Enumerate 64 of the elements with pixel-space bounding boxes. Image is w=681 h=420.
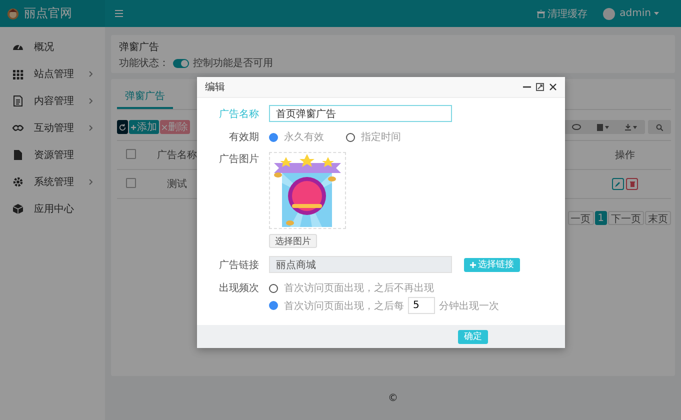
tab[interactable]: 弹窗广告 [117, 85, 173, 109]
page-button[interactable]: 末页 [645, 211, 671, 225]
logo-icon [7, 8, 19, 20]
sidebar-item[interactable]: 资源管理 [0, 141, 105, 168]
sidebar-item[interactable]: 站点管理 [0, 60, 105, 87]
radio-icon[interactable] [269, 284, 278, 292]
pencil-icon [615, 181, 621, 187]
sidebar-item[interactable]: 概况 [0, 33, 105, 60]
x-icon [162, 124, 167, 130]
card-title: 弹窗广告 [119, 40, 160, 54]
refresh-button[interactable] [117, 120, 128, 134]
cube-icon [12, 202, 24, 214]
field-label: 广告链接 [218, 258, 259, 272]
sidebar-item[interactable]: 系统管理 [0, 168, 105, 195]
sidebar-item[interactable]: 内容管理 [0, 87, 105, 114]
radio-icon[interactable] [346, 132, 355, 142]
document-icon [12, 94, 24, 106]
radio-option[interactable]: 永久有效 [269, 130, 324, 144]
sidebar-item[interactable]: 应用中心 [0, 195, 105, 222]
trash-button[interactable] [626, 178, 638, 190]
radio-icon[interactable] [269, 301, 278, 310]
grid-icon [12, 68, 24, 80]
radio-option[interactable]: 首次访问页面出现，之后每 [269, 298, 404, 312]
file-icon [12, 148, 24, 160]
trash-icon [630, 181, 634, 187]
hint-text: 控制功能是否可用 [193, 56, 273, 70]
edit-button[interactable] [612, 178, 624, 190]
sidebar-item[interactable]: 互动管理 [0, 114, 105, 141]
site-logo-text: 丽点官网 [24, 5, 72, 22]
field-label: 有效期 [228, 130, 259, 144]
plus-icon [470, 262, 476, 268]
radio-option[interactable]: 指定时间 [346, 130, 401, 144]
link-field[interactable]: 丽点商城 [269, 256, 452, 273]
copyright-text: © [388, 393, 398, 406]
checkbox[interactable] [126, 148, 136, 158]
dialog-title: 编辑 [205, 80, 225, 94]
radio-icon[interactable] [269, 132, 278, 142]
checkbox[interactable] [126, 178, 136, 188]
gear-icon [12, 176, 24, 188]
clear-cache-link[interactable]: 清理缓存 [536, 6, 588, 20]
page-button[interactable]: 1 [594, 211, 607, 225]
page-button[interactable]: 一页 [568, 211, 594, 225]
field-label: 广告图片 [218, 152, 259, 166]
menu-icon[interactable] [115, 10, 123, 17]
minutes-input[interactable]: 5 [408, 297, 435, 314]
user-menu[interactable]: admin [620, 8, 659, 19]
field-label: 出现频次 [218, 282, 259, 295]
column-header: 操作 [579, 140, 671, 170]
avatar-icon[interactable] [602, 8, 615, 20]
name-input[interactable]: 首页弹窗广告 [269, 105, 452, 122]
maximize-icon[interactable] [536, 83, 544, 91]
plus-icon [131, 124, 136, 130]
page-button[interactable]: 下一页 [608, 211, 644, 225]
radio-option[interactable]: 首次访问页面出现，之后不再出现 [269, 281, 434, 295]
field-label: 广告名称 [218, 108, 259, 120]
status-label: 功能状态： [119, 56, 169, 70]
suffix-text: 分钟出现一次 [439, 300, 499, 312]
refresh-icon [119, 124, 126, 130]
add-button[interactable]: 添加 [129, 120, 159, 134]
trash-icon [536, 10, 545, 18]
choose-image-button[interactable]: 选择图片 [269, 234, 317, 248]
toggle-switch[interactable] [173, 58, 189, 68]
close-icon[interactable] [549, 83, 557, 91]
caret-icon [654, 12, 659, 15]
